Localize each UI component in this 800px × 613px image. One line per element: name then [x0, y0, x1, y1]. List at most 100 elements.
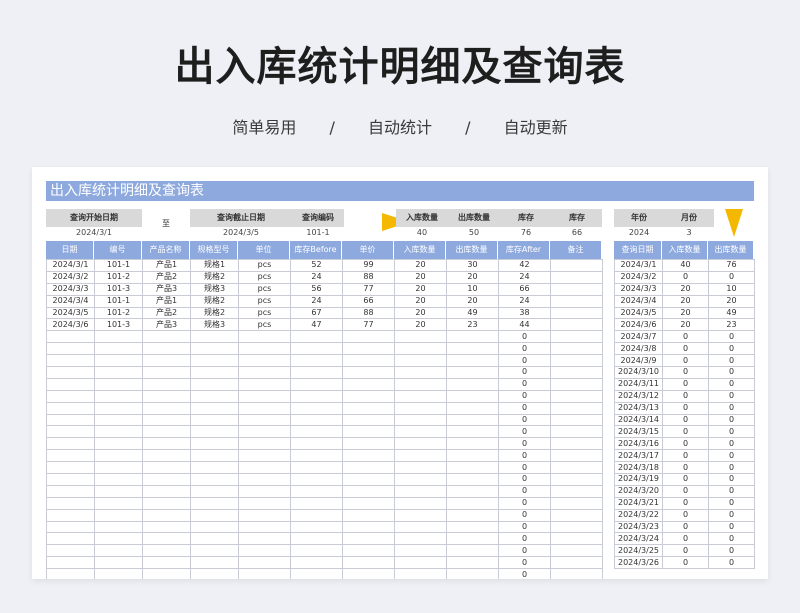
main-cell[interactable] [550, 401, 603, 415]
main-cell[interactable] [190, 544, 239, 558]
main-cell[interactable] [446, 413, 499, 427]
main-cell[interactable] [94, 377, 143, 391]
main-cell[interactable] [290, 330, 343, 344]
main-cell[interactable] [550, 520, 603, 534]
side-cell[interactable]: 0 [662, 413, 709, 427]
main-cell[interactable]: 2024/3/2 [46, 270, 95, 284]
main-cell[interactable] [238, 377, 291, 391]
main-cell[interactable] [342, 461, 395, 475]
main-cell[interactable] [94, 401, 143, 415]
main-cell[interactable]: pcs [238, 270, 291, 284]
main-cell[interactable] [142, 556, 191, 570]
main-cell[interactable] [550, 449, 603, 463]
side-cell[interactable]: 2024/3/26 [614, 556, 663, 570]
main-cell[interactable] [46, 389, 95, 403]
side-cell[interactable]: 0 [662, 377, 709, 391]
main-cell[interactable] [394, 461, 447, 475]
main-cell[interactable]: 47 [290, 318, 343, 332]
main-cell[interactable] [342, 413, 395, 427]
main-cell[interactable] [142, 389, 191, 403]
main-cell[interactable]: 77 [342, 282, 395, 296]
main-cell[interactable] [290, 508, 343, 522]
side-cell[interactable]: 2024/3/16 [614, 437, 663, 451]
main-cell[interactable] [394, 568, 447, 579]
main-cell[interactable] [238, 544, 291, 558]
main-cell[interactable] [190, 354, 239, 368]
main-cell[interactable] [290, 366, 343, 379]
main-cell[interactable] [290, 544, 343, 558]
main-cell[interactable] [238, 413, 291, 427]
main-cell[interactable]: 2024/3/1 [46, 259, 95, 272]
main-cell[interactable]: 产品2 [142, 306, 191, 320]
main-cell[interactable] [238, 342, 291, 356]
main-cell[interactable] [142, 532, 191, 546]
main-cell[interactable] [190, 413, 239, 427]
main-cell[interactable] [238, 389, 291, 403]
side-cell[interactable]: 23 [708, 318, 755, 332]
side-cell[interactable]: 2024/3/15 [614, 425, 663, 439]
main-cell[interactable] [342, 496, 395, 510]
main-cell[interactable]: 0 [498, 449, 551, 463]
main-cell[interactable] [190, 389, 239, 403]
main-cell[interactable] [550, 413, 603, 427]
main-cell[interactable] [394, 366, 447, 379]
main-cell[interactable] [394, 377, 447, 391]
main-cell[interactable]: 88 [342, 270, 395, 284]
main-cell[interactable]: 101-1 [94, 259, 143, 272]
main-cell[interactable] [342, 330, 395, 344]
main-cell[interactable] [290, 484, 343, 498]
side-cell[interactable]: 0 [708, 556, 755, 570]
main-cell[interactable] [394, 473, 447, 486]
main-cell[interactable]: 24 [498, 270, 551, 284]
main-cell[interactable] [550, 330, 603, 344]
main-cell[interactable] [94, 342, 143, 356]
main-cell[interactable]: 88 [342, 306, 395, 320]
main-cell[interactable] [394, 532, 447, 546]
main-cell[interactable]: 20 [394, 270, 447, 284]
main-cell[interactable] [550, 544, 603, 558]
main-cell[interactable] [142, 568, 191, 579]
side-cell[interactable]: 0 [662, 354, 709, 368]
query-code-value[interactable]: 101-1 [292, 227, 344, 238]
main-cell[interactable] [142, 520, 191, 534]
main-cell[interactable]: 0 [498, 484, 551, 498]
side-cell[interactable]: 0 [708, 461, 755, 475]
main-cell[interactable]: 0 [498, 556, 551, 570]
main-cell[interactable] [46, 354, 95, 368]
main-cell[interactable] [46, 342, 95, 356]
main-cell[interactable] [550, 318, 603, 332]
side-cell[interactable]: 2024/3/3 [614, 282, 663, 296]
main-cell[interactable] [290, 377, 343, 391]
main-cell[interactable] [290, 556, 343, 570]
side-cell[interactable]: 2024/3/12 [614, 389, 663, 403]
main-cell[interactable]: 20 [446, 294, 499, 308]
main-cell[interactable] [238, 437, 291, 451]
main-cell[interactable]: 20 [394, 306, 447, 320]
side-cell[interactable]: 0 [662, 270, 709, 284]
main-cell[interactable] [446, 366, 499, 379]
main-cell[interactable] [394, 508, 447, 522]
main-cell[interactable] [290, 437, 343, 451]
main-cell[interactable] [94, 544, 143, 558]
main-cell[interactable] [290, 461, 343, 475]
main-cell[interactable]: 20 [394, 282, 447, 296]
main-cell[interactable] [290, 532, 343, 546]
side-cell[interactable]: 2024/3/7 [614, 330, 663, 344]
main-cell[interactable]: 101-3 [94, 282, 143, 296]
main-cell[interactable] [446, 508, 499, 522]
main-cell[interactable] [94, 508, 143, 522]
main-cell[interactable] [46, 437, 95, 451]
main-cell[interactable] [550, 461, 603, 475]
main-cell[interactable] [446, 437, 499, 451]
main-cell[interactable]: 66 [498, 282, 551, 296]
main-cell[interactable] [190, 496, 239, 510]
main-cell[interactable] [446, 532, 499, 546]
main-cell[interactable] [290, 342, 343, 356]
main-cell[interactable] [342, 544, 395, 558]
main-cell[interactable]: 2024/3/6 [46, 318, 95, 332]
side-cell[interactable]: 2024/3/1 [614, 259, 663, 272]
main-cell[interactable] [550, 532, 603, 546]
main-cell[interactable] [394, 437, 447, 451]
main-cell[interactable]: 2024/3/3 [46, 282, 95, 296]
main-cell[interactable] [394, 330, 447, 344]
